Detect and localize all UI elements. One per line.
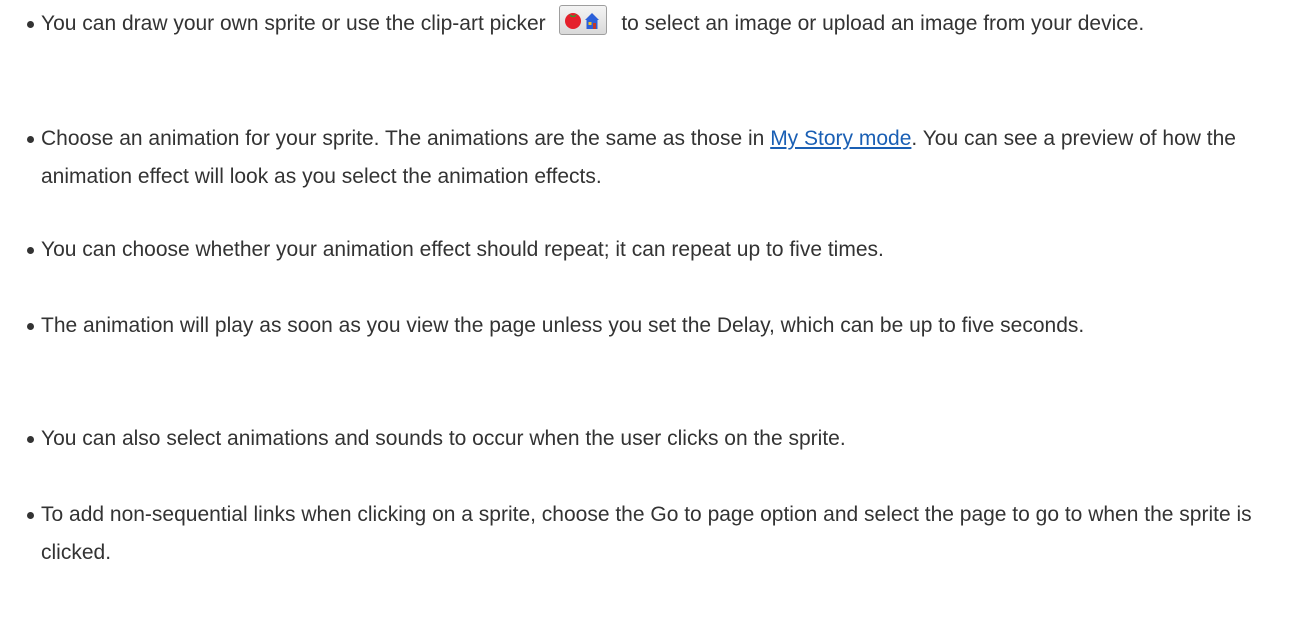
list-item-text-before: You can draw your own sprite or use the … — [41, 12, 552, 35]
list-item-text-before: Choose an animation for your sprite. The… — [41, 127, 771, 150]
help-page: You can draw your own sprite or use the … — [0, 0, 1291, 636]
list-item-text: The animation will play as soon as you v… — [41, 314, 1085, 337]
list-item-text-after: to select an image or upload an image fr… — [615, 12, 1145, 35]
bullet-dot — [27, 247, 34, 254]
list-item: You can draw your own sprite or use the … — [25, 5, 1291, 43]
list-item-text: You can also select animations and sound… — [41, 427, 846, 450]
list-item: To add non-sequential links when clickin… — [25, 496, 1291, 572]
bullet-dot — [27, 136, 34, 143]
bullet-dot — [27, 512, 34, 519]
clipart-picker-icon[interactable] — [559, 5, 608, 36]
list-item-text: You can choose whether your animation ef… — [41, 238, 884, 261]
tomato-house-icon — [565, 13, 600, 30]
list-item: You can also select animations and sound… — [25, 420, 1291, 458]
bullet-dot — [27, 323, 34, 330]
bullet-dot — [27, 21, 34, 28]
list-item: The animation will play as soon as you v… — [25, 307, 1291, 345]
list-item: Choose an animation for your sprite. The… — [25, 120, 1291, 196]
my-story-mode-link[interactable]: My Story mode — [770, 127, 911, 150]
bullet-dot — [27, 436, 34, 443]
list-item-text: To add non-sequential links when clickin… — [41, 503, 1252, 564]
list-item: You can choose whether your animation ef… — [25, 231, 1291, 269]
